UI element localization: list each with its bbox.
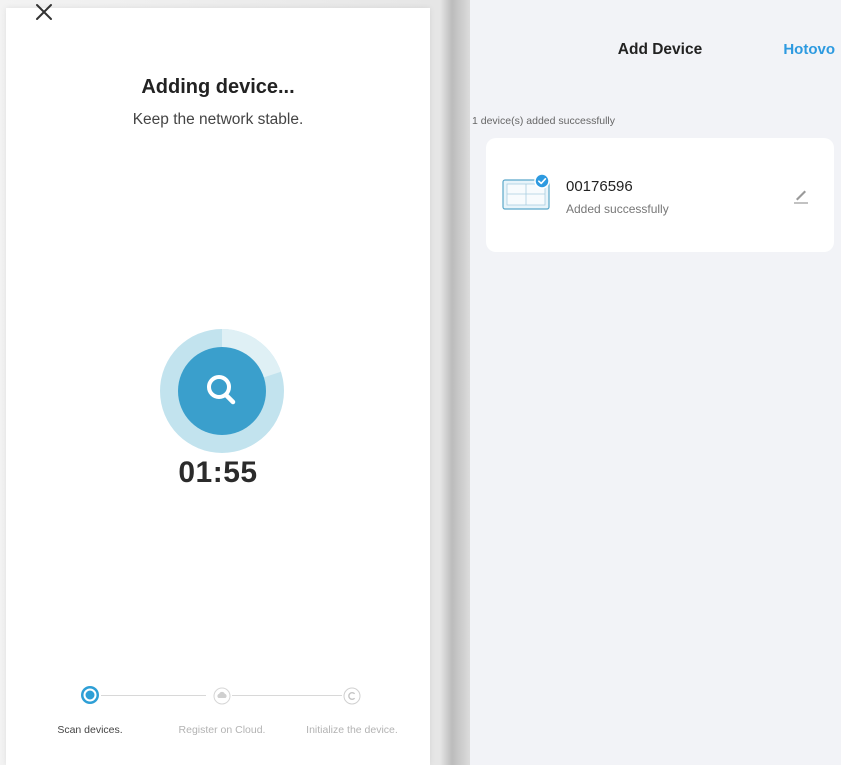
device-status: Added successfully xyxy=(566,202,669,216)
step-label-register: Register on Cloud. xyxy=(178,724,266,736)
device-panel-icon xyxy=(502,174,550,210)
step-label-scan: Scan devices. xyxy=(57,724,123,736)
scan-progress-indicator xyxy=(160,329,284,453)
page-title: Adding device... xyxy=(141,76,295,98)
added-count-text: 1 device(s) added successfully xyxy=(472,115,615,127)
step-connector xyxy=(232,695,342,696)
device-card[interactable]: 00176596 Added successfully xyxy=(486,138,834,252)
page-subtitle: Keep the network stable. xyxy=(132,111,304,128)
add-device-screen: Add Device Hotovo 1 device(s) added succ… xyxy=(470,0,841,765)
countdown-timer: 01:55 xyxy=(178,456,258,489)
scan-step-icon xyxy=(81,686,99,704)
copyright-icon xyxy=(343,687,361,705)
close-icon[interactable] xyxy=(34,2,54,22)
adding-device-screen: Adding device... Keep the network stable… xyxy=(6,4,430,765)
step-connector xyxy=(101,695,206,696)
device-name: 00176596 xyxy=(566,178,633,195)
check-badge-icon xyxy=(534,174,550,189)
done-button[interactable]: Hotovo xyxy=(783,41,835,58)
step-label-initialize: Initialize the device. xyxy=(306,724,398,736)
cloud-icon xyxy=(213,687,231,705)
status-bar xyxy=(470,0,841,8)
edit-pencil-icon[interactable] xyxy=(792,186,810,204)
